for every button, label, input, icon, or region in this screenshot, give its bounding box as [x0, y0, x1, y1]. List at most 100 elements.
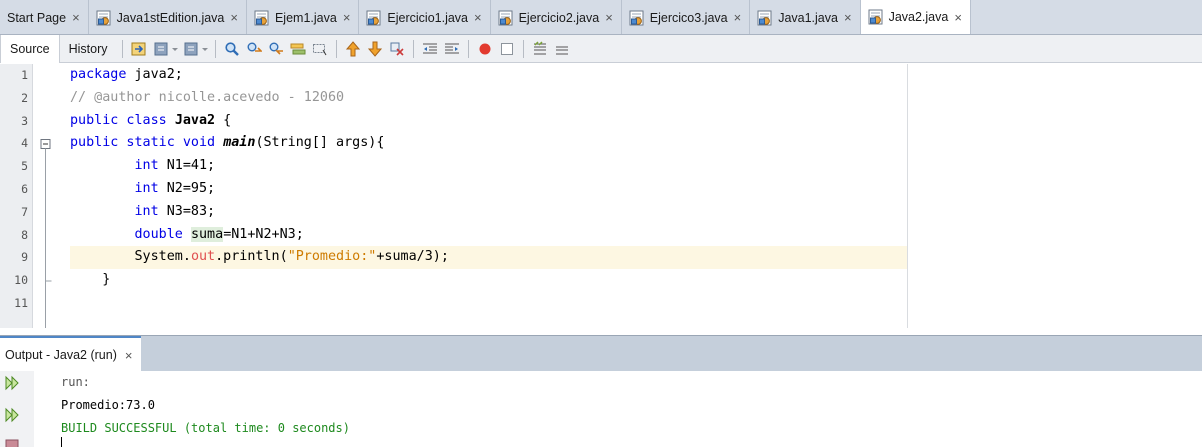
- fold-margin: [33, 64, 63, 328]
- shift-left-icon[interactable]: [422, 41, 438, 57]
- editor-tab-label: Java1.java: [778, 10, 838, 25]
- output-side-toolbar: [0, 371, 34, 447]
- code-token: Java2: [174, 112, 216, 128]
- code-line: int N3=83;: [70, 201, 215, 224]
- find-icon[interactable]: [224, 41, 240, 57]
- toolbar-separator: [467, 39, 469, 58]
- output-line: Promedio:73.0: [61, 398, 155, 412]
- line-number: 7: [21, 204, 28, 219]
- find-previous-icon[interactable]: [246, 41, 263, 57]
- editor-toolbar: Source History: [0, 34, 1202, 63]
- java-file-icon: [366, 10, 382, 26]
- code-line: int N2=95;: [70, 178, 215, 201]
- code-token: package: [70, 67, 127, 82]
- stop-macro-icon[interactable]: [499, 41, 515, 57]
- code-editor[interactable]: 1 2 3 4 5 6 7 8 9 10 11 package java2; // @author n…: [0, 64, 1202, 328]
- line-number: 6: [21, 182, 28, 196]
- java-file-icon: [254, 10, 270, 26]
- java-file-icon: [96, 10, 112, 26]
- code-token: java2;: [126, 67, 183, 82]
- right-margin-guide: [907, 64, 908, 328]
- code-token: System.: [70, 249, 191, 265]
- editor-tab-label: Ejercico3.java: [649, 10, 728, 25]
- output-tab-bar: Output - Java2 (run) ×: [0, 335, 1202, 372]
- code-token: public class: [70, 112, 175, 128]
- code-token: (String[] args){: [255, 135, 385, 151]
- next-bookmark-icon[interactable]: [367, 41, 383, 57]
- stop-icon[interactable]: [5, 439, 19, 447]
- editor-tab[interactable]: Ejercico3.java ×: [622, 0, 751, 34]
- code-line: }: [70, 269, 110, 292]
- rerun-with-options-icon[interactable]: [4, 407, 20, 423]
- shift-right-icon[interactable]: [444, 41, 460, 57]
- code-line: int N1=41;: [70, 155, 215, 178]
- close-icon[interactable]: ×: [954, 10, 962, 25]
- toggle-bookmark-icon[interactable]: [389, 41, 405, 57]
- toolbar-separator: [214, 39, 216, 58]
- editor-tab[interactable]: Ejem1.java ×: [247, 0, 360, 34]
- code-token: .println(: [215, 249, 288, 265]
- tab-history[interactable]: History: [60, 35, 117, 63]
- editor-tab[interactable]: Start Page ×: [0, 0, 89, 34]
- editor-tab-label: Ejercicio1.java: [387, 10, 468, 25]
- code-token: {: [215, 112, 232, 128]
- text-caret: [61, 437, 62, 447]
- close-icon[interactable]: ×: [343, 10, 351, 25]
- line-number: 10: [14, 273, 28, 288]
- back-dropdown-icon[interactable]: [171, 41, 178, 57]
- code-token: out: [190, 249, 216, 265]
- line-number: 3: [21, 113, 28, 128]
- back-icon[interactable]: [153, 41, 169, 57]
- code-token: =N1+N2+N3;: [223, 226, 304, 242]
- output-tab-label: Output - Java2 (run): [5, 348, 117, 362]
- tab-output-run[interactable]: Output - Java2 (run) ×: [0, 336, 142, 372]
- comment-icon[interactable]: [532, 40, 548, 57]
- line-number: 4: [21, 136, 28, 151]
- editor-tab[interactable]: Ejercicio2.java ×: [491, 0, 622, 34]
- editor-tab[interactable]: Java1.java ×: [750, 0, 861, 34]
- toolbar-separator: [412, 39, 414, 58]
- code-token: int: [70, 203, 159, 219]
- close-icon[interactable]: ×: [844, 10, 852, 25]
- editor-tab[interactable]: Java1stEdition.java ×: [89, 0, 247, 34]
- close-icon[interactable]: ×: [734, 10, 742, 25]
- line-number: 9: [21, 250, 28, 265]
- code-token: N3=83;: [158, 203, 216, 219]
- editor-tab-label: Ejercicio2.java: [518, 10, 600, 25]
- toggle-highlight-icon[interactable]: [290, 41, 306, 57]
- code-line: public static void main(String[] args){: [70, 132, 384, 155]
- uncomment-icon[interactable]: [554, 41, 570, 57]
- forward-icon[interactable]: [183, 41, 199, 57]
- editor-tab[interactable]: Java2.java ×: [860, 0, 971, 34]
- code-line: // @author nicolle.acevedo - 12060: [70, 87, 344, 110]
- close-icon[interactable]: ×: [605, 10, 613, 25]
- last-edit-icon[interactable]: [131, 41, 147, 57]
- line-number: 5: [21, 159, 28, 174]
- previous-bookmark-icon[interactable]: [345, 40, 361, 57]
- start-macro-icon[interactable]: [477, 41, 493, 57]
- java-file-icon: [757, 10, 773, 26]
- toolbar-separator: [335, 39, 337, 58]
- output-panel: run: Promedio:73.0 BUILD SUCCESSFUL (total…: [0, 371, 1202, 447]
- find-next-icon[interactable]: [268, 41, 284, 57]
- close-icon[interactable]: ×: [125, 348, 133, 363]
- editor-tab-label: Java1stEdition.java: [116, 10, 225, 25]
- java-file-icon: [868, 9, 884, 25]
- toggle-rectangular-selection-icon[interactable]: [312, 41, 328, 57]
- java-file-icon: [629, 10, 645, 26]
- line-number: 11: [14, 296, 28, 310]
- editor-tab[interactable]: Ejercicio1.java ×: [359, 0, 491, 34]
- line-number: 8: [21, 227, 28, 242]
- fold-guides: [40, 139, 52, 328]
- close-icon[interactable]: ×: [474, 10, 482, 25]
- forward-dropdown-icon[interactable]: [201, 41, 208, 57]
- tab-source[interactable]: Source: [0, 34, 60, 63]
- code-line: double suma=N1+N2+N3;: [70, 224, 304, 247]
- output-line: BUILD SUCCESSFUL (total time: 0 seconds): [61, 421, 350, 435]
- close-icon[interactable]: ×: [230, 10, 238, 25]
- line-number: 1: [21, 68, 28, 82]
- close-icon[interactable]: ×: [72, 10, 80, 25]
- rerun-icon[interactable]: [4, 375, 20, 391]
- code-token: N2=95;: [158, 181, 216, 196]
- history-label: History: [68, 41, 108, 56]
